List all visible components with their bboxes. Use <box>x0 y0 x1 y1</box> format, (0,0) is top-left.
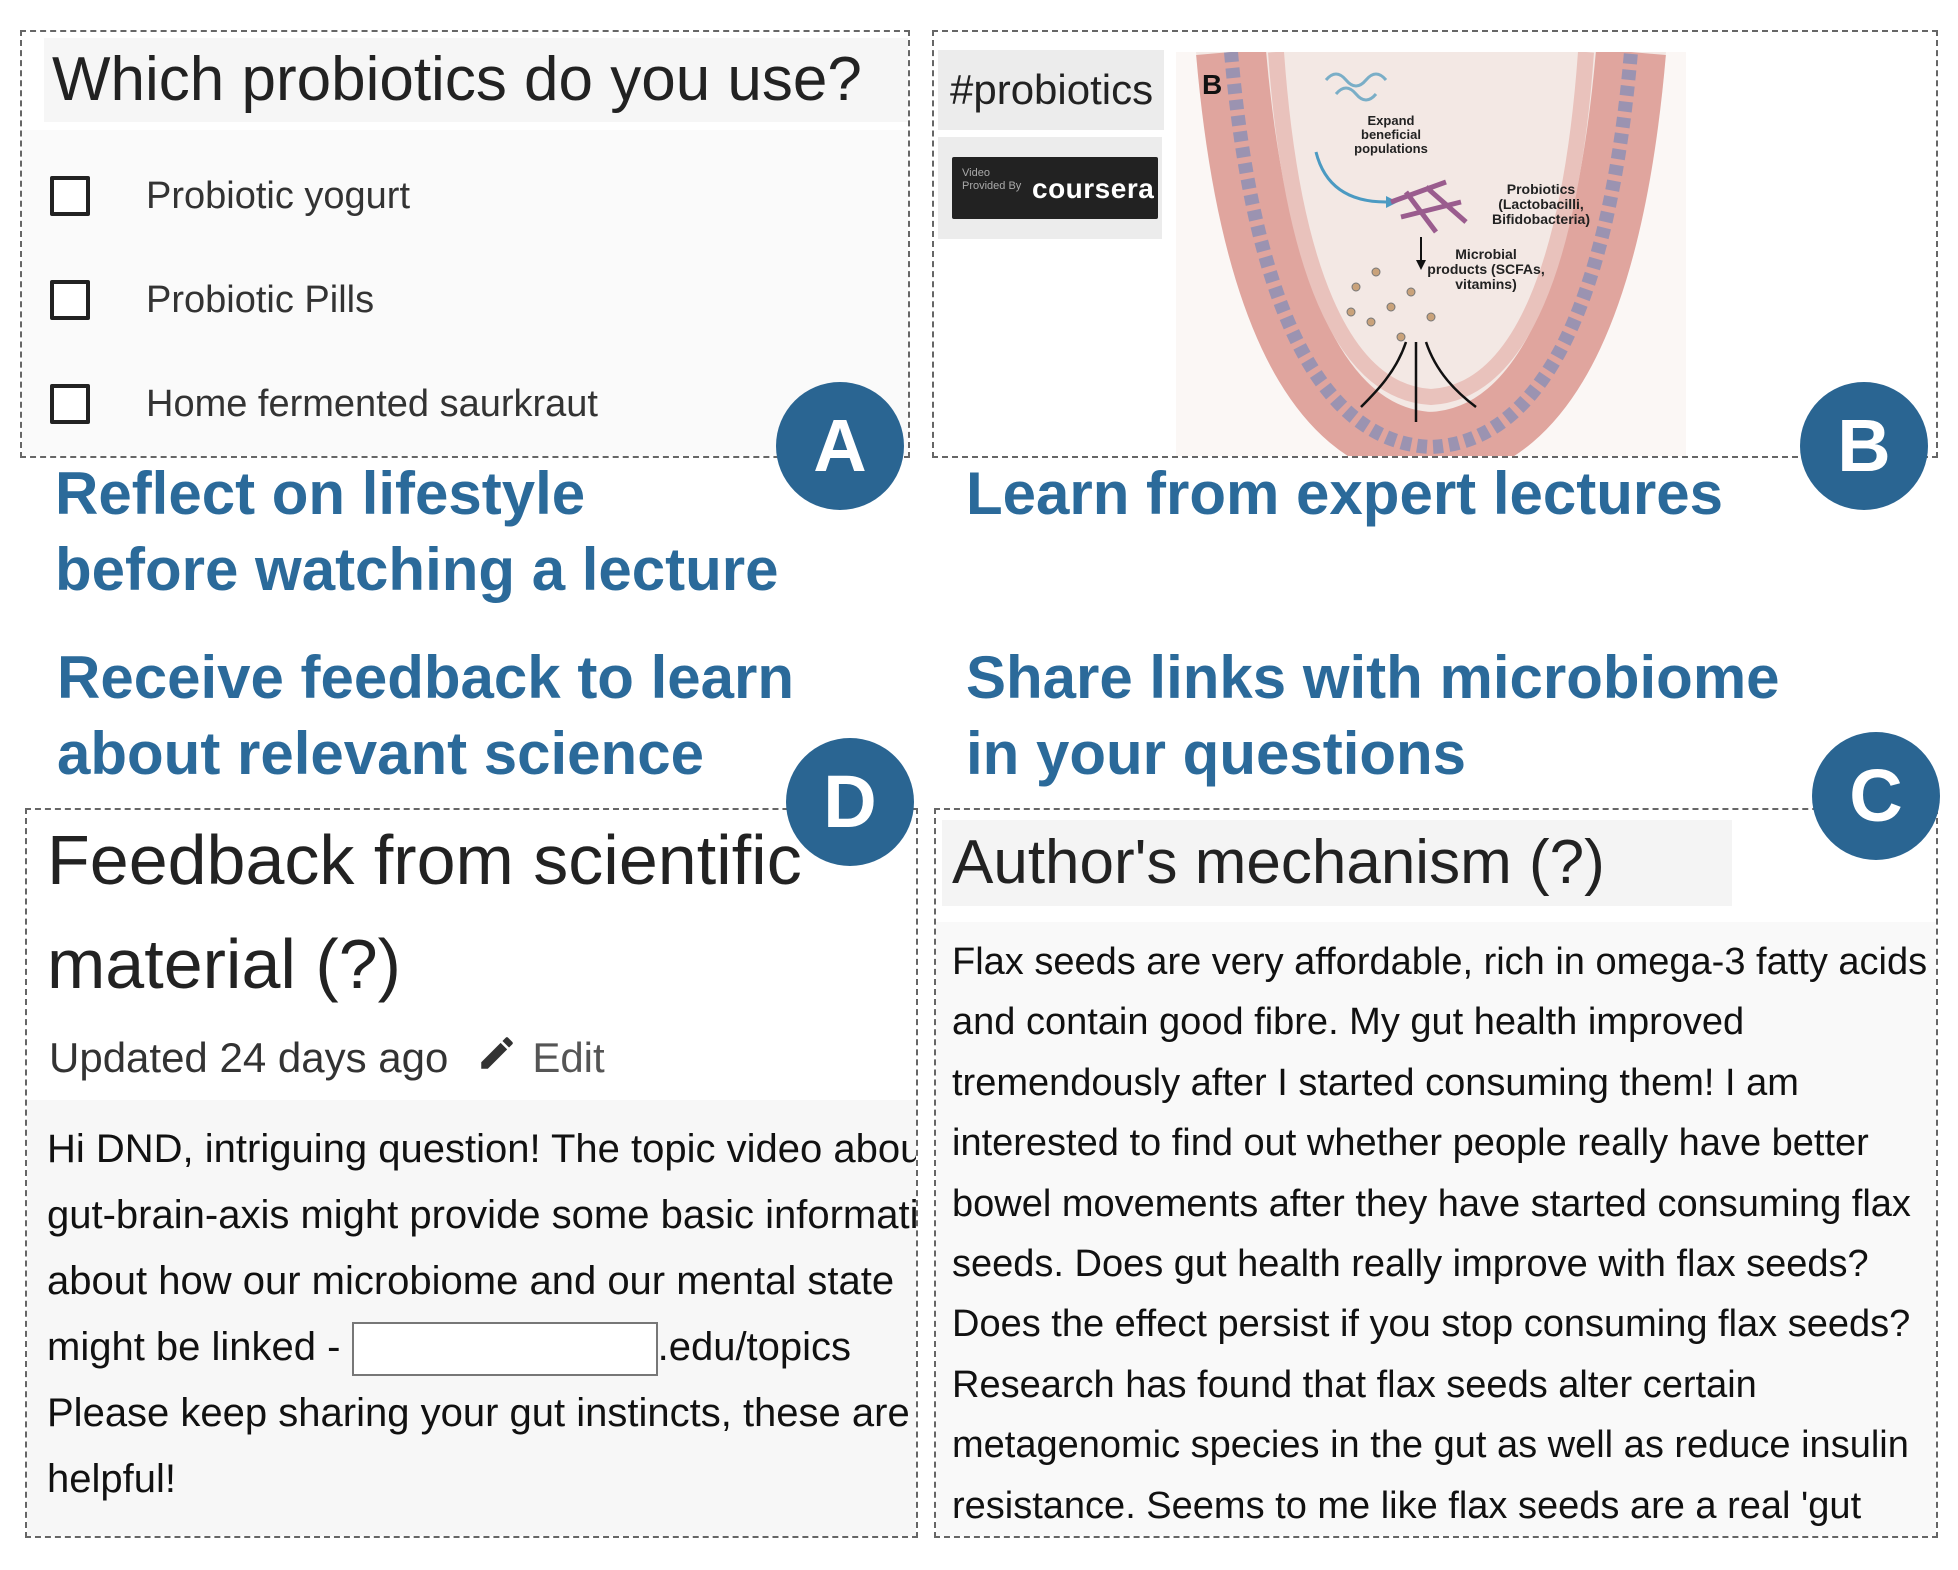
provider-name: coursera <box>1032 173 1155 204</box>
option-label: Probiotic yogurt <box>146 174 411 217</box>
feedback-panel: Feedback from scientific material (?) Up… <box>25 808 918 1538</box>
hashtag-tag[interactable]: #probiotics <box>938 50 1164 130</box>
option-saurkraut[interactable]: Home fermented saurkraut <box>50 374 598 434</box>
option-probiotic-pills[interactable]: Probiotic Pills <box>50 270 374 330</box>
mechanism-body: Flax seeds are very affordable, rich in … <box>936 922 1936 1536</box>
feedback-meta: Updated 24 days ago Edit <box>49 1032 605 1084</box>
mechanism-panel: Author's mechanism (?) Flax seeds are ve… <box>934 808 1938 1538</box>
badge-c: C <box>1812 732 1940 860</box>
badge-d: D <box>786 738 914 866</box>
caption-a: Reflect on lifestyle before watching a l… <box>55 456 779 608</box>
pencil-icon[interactable] <box>476 1032 518 1084</box>
badge-b: B <box>1800 382 1928 510</box>
survey-panel: Which probiotics do you use? Probiotic y… <box>20 30 910 458</box>
caption-b: Learn from expert lectures <box>966 456 1723 532</box>
caption-a-line1: Reflect on lifestyle <box>55 460 586 527</box>
option-label: Probiotic Pills <box>146 278 375 321</box>
feedback-title: Feedback from scientific material (?) <box>47 821 802 1003</box>
mechanism-text: Flax seeds are very affordable, rich in … <box>952 941 1928 1527</box>
badge-a: A <box>776 382 904 510</box>
checkbox[interactable] <box>50 384 90 424</box>
updated-timestamp: Updated 24 days ago <box>49 1034 449 1081</box>
lecture-video-frame[interactable]: B Expand beneficial populations Probioti… <box>1176 52 1686 458</box>
caption-d: Receive feedback to learn about relevant… <box>57 640 794 792</box>
caption-a-line2: before watching a lecture <box>55 536 779 603</box>
survey-options: Probiotic yogurt Probiotic Pills Home fe… <box>22 130 908 456</box>
checkbox[interactable] <box>50 280 90 320</box>
provider-box: Video Provided By coursera <box>938 137 1162 239</box>
checkbox[interactable] <box>50 176 90 216</box>
edit-link[interactable]: Edit <box>532 1034 604 1082</box>
provider-prefix: Video Provided By <box>962 167 1022 192</box>
caption-b-line1: Learn from expert lectures <box>966 460 1723 527</box>
feedback-body: Hi DND, intriguing question! The topic v… <box>27 1100 916 1536</box>
mechanism-title: Author's mechanism (?) <box>942 820 1732 906</box>
caption-d-line2: about relevant science <box>57 720 704 787</box>
caption-c-line2: in your questions <box>966 720 1467 787</box>
figure-panel-letter: B <box>1202 69 1222 100</box>
caption-d-line1: Receive feedback to learn <box>57 644 795 711</box>
option-probiotic-yogurt[interactable]: Probiotic yogurt <box>50 166 410 226</box>
figure-label-products: Microbial products (SCFAs, vitamins) <box>1427 247 1545 292</box>
option-label: Home fermented saurkraut <box>146 382 598 425</box>
caption-c-line1: Share links with microbiome <box>966 644 1780 711</box>
redacted-link[interactable] <box>351 1322 658 1377</box>
caption-c: Share links with microbiome in your ques… <box>966 640 1780 792</box>
figure-label-probiotics: Probiotics (Lactobacilli, Bifidobacteria… <box>1491 182 1590 227</box>
lecture-panel: #probiotics Video Provided By coursera B… <box>932 30 1938 458</box>
figure-label-expand: Expand beneficial populations <box>1354 114 1428 156</box>
coursera-logo: Video Provided By coursera <box>952 157 1158 219</box>
survey-question: Which probiotics do you use? <box>44 38 908 122</box>
feedback-text: Hi DND, intriguing question! The topic v… <box>47 1116 916 1512</box>
